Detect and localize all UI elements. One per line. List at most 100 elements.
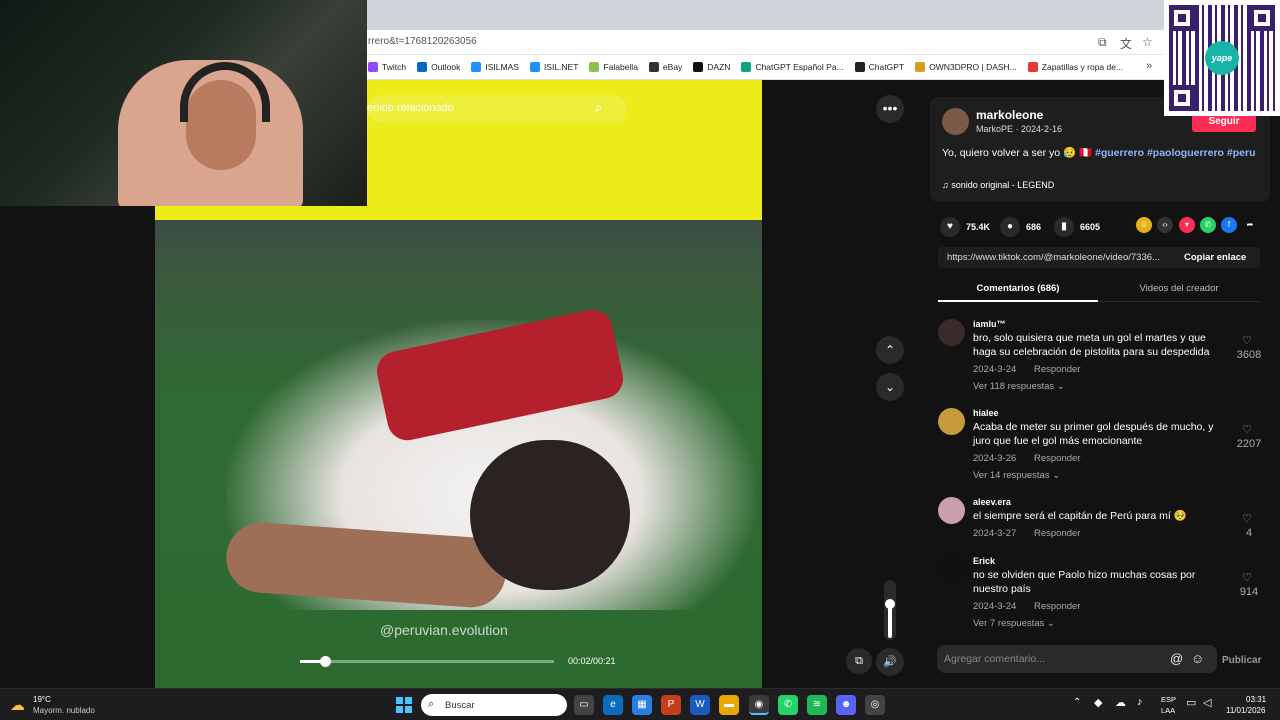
commenter-avatar[interactable] bbox=[938, 556, 965, 583]
bookmark-item[interactable]: DAZN bbox=[693, 62, 730, 72]
volume-icon[interactable]: ◁ bbox=[1203, 696, 1211, 709]
hashtag-link[interactable]: #paologuerrero bbox=[1147, 147, 1224, 159]
bookmarks-overflow-button[interactable]: » bbox=[1146, 60, 1152, 72]
onedrive-icon[interactable]: ☁ bbox=[1115, 696, 1126, 709]
bookmark-item[interactable]: ISILMAS bbox=[471, 62, 519, 72]
powerpoint-icon[interactable]: P bbox=[661, 695, 681, 715]
reply-button[interactable]: Responder bbox=[1034, 364, 1080, 375]
word-icon[interactable]: W bbox=[690, 695, 710, 715]
app-icon[interactable]: ◎ bbox=[865, 695, 885, 715]
mention-icon[interactable]: @ bbox=[1170, 651, 1183, 666]
bookmark-item[interactable]: Twitch bbox=[368, 62, 406, 72]
author-username[interactable]: markoleone bbox=[976, 108, 1043, 122]
microphone-icon[interactable]: ♪ bbox=[1137, 696, 1143, 708]
mini-player-icon[interactable]: ⧉ bbox=[846, 648, 872, 674]
music-link[interactable]: ♫ sonido original - LEGEND bbox=[942, 180, 1054, 190]
whatsapp-icon[interactable]: ✆ bbox=[1200, 217, 1216, 233]
comment-heart-icon[interactable]: ♡ bbox=[1242, 334, 1252, 347]
commenter-name[interactable]: iamlu™ bbox=[973, 319, 1006, 329]
comment-heart-icon[interactable]: ♡ bbox=[1242, 571, 1252, 584]
bookmark-favicon-icon bbox=[368, 62, 378, 72]
commenter-avatar[interactable] bbox=[938, 497, 965, 524]
bookmark-item[interactable]: ChatGPT Español Pa... bbox=[741, 62, 844, 72]
file-explorer-icon[interactable]: ▬ bbox=[719, 695, 739, 715]
commenter-name[interactable]: aleev.era bbox=[973, 497, 1011, 507]
address-bar[interactable]: rrero&t=1768120263056 ⧉ 文 ☆ bbox=[360, 30, 1280, 55]
bookmark-item[interactable]: Zapatillas y ropa de... bbox=[1027, 62, 1123, 72]
comment-button[interactable]: ● 686 bbox=[1000, 217, 1041, 237]
weather-temp[interactable]: 19°C bbox=[33, 695, 51, 704]
send-icon[interactable]: ▾ bbox=[1179, 217, 1195, 233]
discord-icon[interactable]: ☻ bbox=[836, 695, 856, 715]
spotify-icon[interactable]: ≋ bbox=[807, 695, 827, 715]
clock-date[interactable]: 11/01/2026 bbox=[1226, 706, 1265, 715]
url-text: rrero&t=1768120263056 bbox=[368, 36, 477, 47]
keyboard-layout[interactable]: LAA bbox=[1161, 706, 1175, 715]
tab-creator-videos[interactable]: Videos del creador bbox=[1098, 283, 1260, 294]
comment-like-count: 2207 bbox=[1236, 438, 1262, 450]
commenter-name[interactable]: hialee bbox=[973, 408, 999, 418]
store-icon[interactable]: ▦ bbox=[632, 695, 652, 715]
reply-button[interactable]: Responder bbox=[1034, 601, 1080, 612]
share-arrow-icon[interactable]: ➦ bbox=[1242, 217, 1258, 233]
yape-qr-code: yape bbox=[1164, 0, 1280, 116]
edge-icon[interactable]: e bbox=[603, 695, 623, 715]
chrome-icon[interactable]: ◉ bbox=[749, 695, 769, 715]
save-button[interactable]: ▮ 6605 bbox=[1054, 217, 1100, 237]
view-replies-button[interactable]: Ver 118 respuestas ⌄ bbox=[973, 381, 1065, 392]
copy-link-button[interactable]: Copiar enlace bbox=[1184, 252, 1246, 263]
comment-like-count: 914 bbox=[1239, 586, 1259, 598]
comment-heart-icon[interactable]: ♡ bbox=[1242, 423, 1252, 436]
search-icon[interactable]: ⌕ bbox=[595, 100, 602, 116]
tab-comments[interactable]: Comentarios (686) bbox=[938, 283, 1098, 294]
bookmark-item[interactable]: eBay bbox=[648, 62, 683, 72]
bookmark-item[interactable]: Falabella bbox=[589, 62, 638, 72]
like-button[interactable]: ♥ 75.4K bbox=[940, 217, 990, 237]
commenter-avatar[interactable] bbox=[938, 319, 965, 346]
previous-video-button[interactable]: ⌃ bbox=[876, 336, 904, 364]
bookmark-item[interactable]: Outlook bbox=[417, 62, 460, 72]
reply-button[interactable]: Responder bbox=[1034, 453, 1080, 464]
commenter-avatar[interactable] bbox=[938, 408, 965, 435]
commenter-name[interactable]: Erick bbox=[973, 556, 995, 566]
facebook-icon[interactable]: f bbox=[1221, 217, 1237, 233]
hashtag-link[interactable]: #guerrero bbox=[1095, 147, 1144, 159]
share-link-box: https://www.tiktok.com/@markoleone/video… bbox=[938, 247, 1260, 268]
view-replies-button[interactable]: Ver 14 respuestas ⌄ bbox=[973, 470, 1060, 481]
task-view-icon[interactable]: ▭ bbox=[574, 695, 594, 715]
hashtag-link[interactable]: #peru bbox=[1227, 147, 1256, 159]
reply-button[interactable]: Responder bbox=[1034, 528, 1080, 539]
emoji-share-icon[interactable]: ☺ bbox=[1136, 217, 1152, 233]
view-replies-button[interactable]: Ver 7 respuestas ⌄ bbox=[973, 618, 1055, 629]
bookmark-item[interactable]: OWN3DPRO | DASH... bbox=[915, 62, 1017, 72]
language-code[interactable]: ESP bbox=[1161, 695, 1176, 704]
embed-icon[interactable]: ‹› bbox=[1157, 217, 1173, 233]
comment-heart-icon[interactable]: ♡ bbox=[1242, 512, 1252, 525]
bookmark-item[interactable]: ChatGPT bbox=[854, 62, 904, 72]
comment-input[interactable]: Agregar comentario... @ ☺ bbox=[937, 645, 1217, 673]
bookmark-item[interactable]: ISIL.NET bbox=[529, 62, 578, 72]
bookmark-label: eBay bbox=[662, 62, 683, 72]
whatsapp-icon[interactable]: ✆ bbox=[778, 695, 798, 715]
share-link-text[interactable]: https://www.tiktok.com/@markoleone/video… bbox=[947, 252, 1179, 263]
tray-app-icon[interactable]: ◆ bbox=[1094, 696, 1102, 709]
clock-time[interactable]: 03:31 bbox=[1246, 695, 1266, 704]
bookmark-star-icon[interactable]: ☆ bbox=[1142, 35, 1153, 49]
tray-overflow-icon[interactable]: ⌃ bbox=[1073, 697, 1081, 708]
weather-desc[interactable]: Mayorm. nublado bbox=[33, 706, 95, 715]
video-progress-track[interactable] bbox=[300, 660, 554, 663]
translate-icon[interactable]: 文 bbox=[1120, 35, 1132, 52]
speaker-icon[interactable]: 🔊 bbox=[876, 648, 904, 676]
emoji-icon[interactable]: ☺ bbox=[1191, 651, 1204, 666]
taskbar-search[interactable]: ⌕ Buscar bbox=[421, 694, 567, 716]
weather-icon[interactable]: ☁ bbox=[10, 696, 25, 714]
related-search-bar[interactable]: enido relacionado ⌕ bbox=[367, 95, 627, 123]
author-avatar[interactable] bbox=[942, 108, 969, 135]
next-video-button[interactable]: ⌄ bbox=[876, 373, 904, 401]
network-icon[interactable]: ▭ bbox=[1186, 696, 1196, 709]
publish-button[interactable]: Publicar bbox=[1222, 655, 1261, 666]
more-options-button[interactable]: ••• bbox=[876, 95, 904, 123]
bookmark-label: Twitch bbox=[382, 62, 407, 72]
start-button[interactable] bbox=[396, 697, 412, 713]
install-icon[interactable]: ⧉ bbox=[1098, 35, 1107, 50]
